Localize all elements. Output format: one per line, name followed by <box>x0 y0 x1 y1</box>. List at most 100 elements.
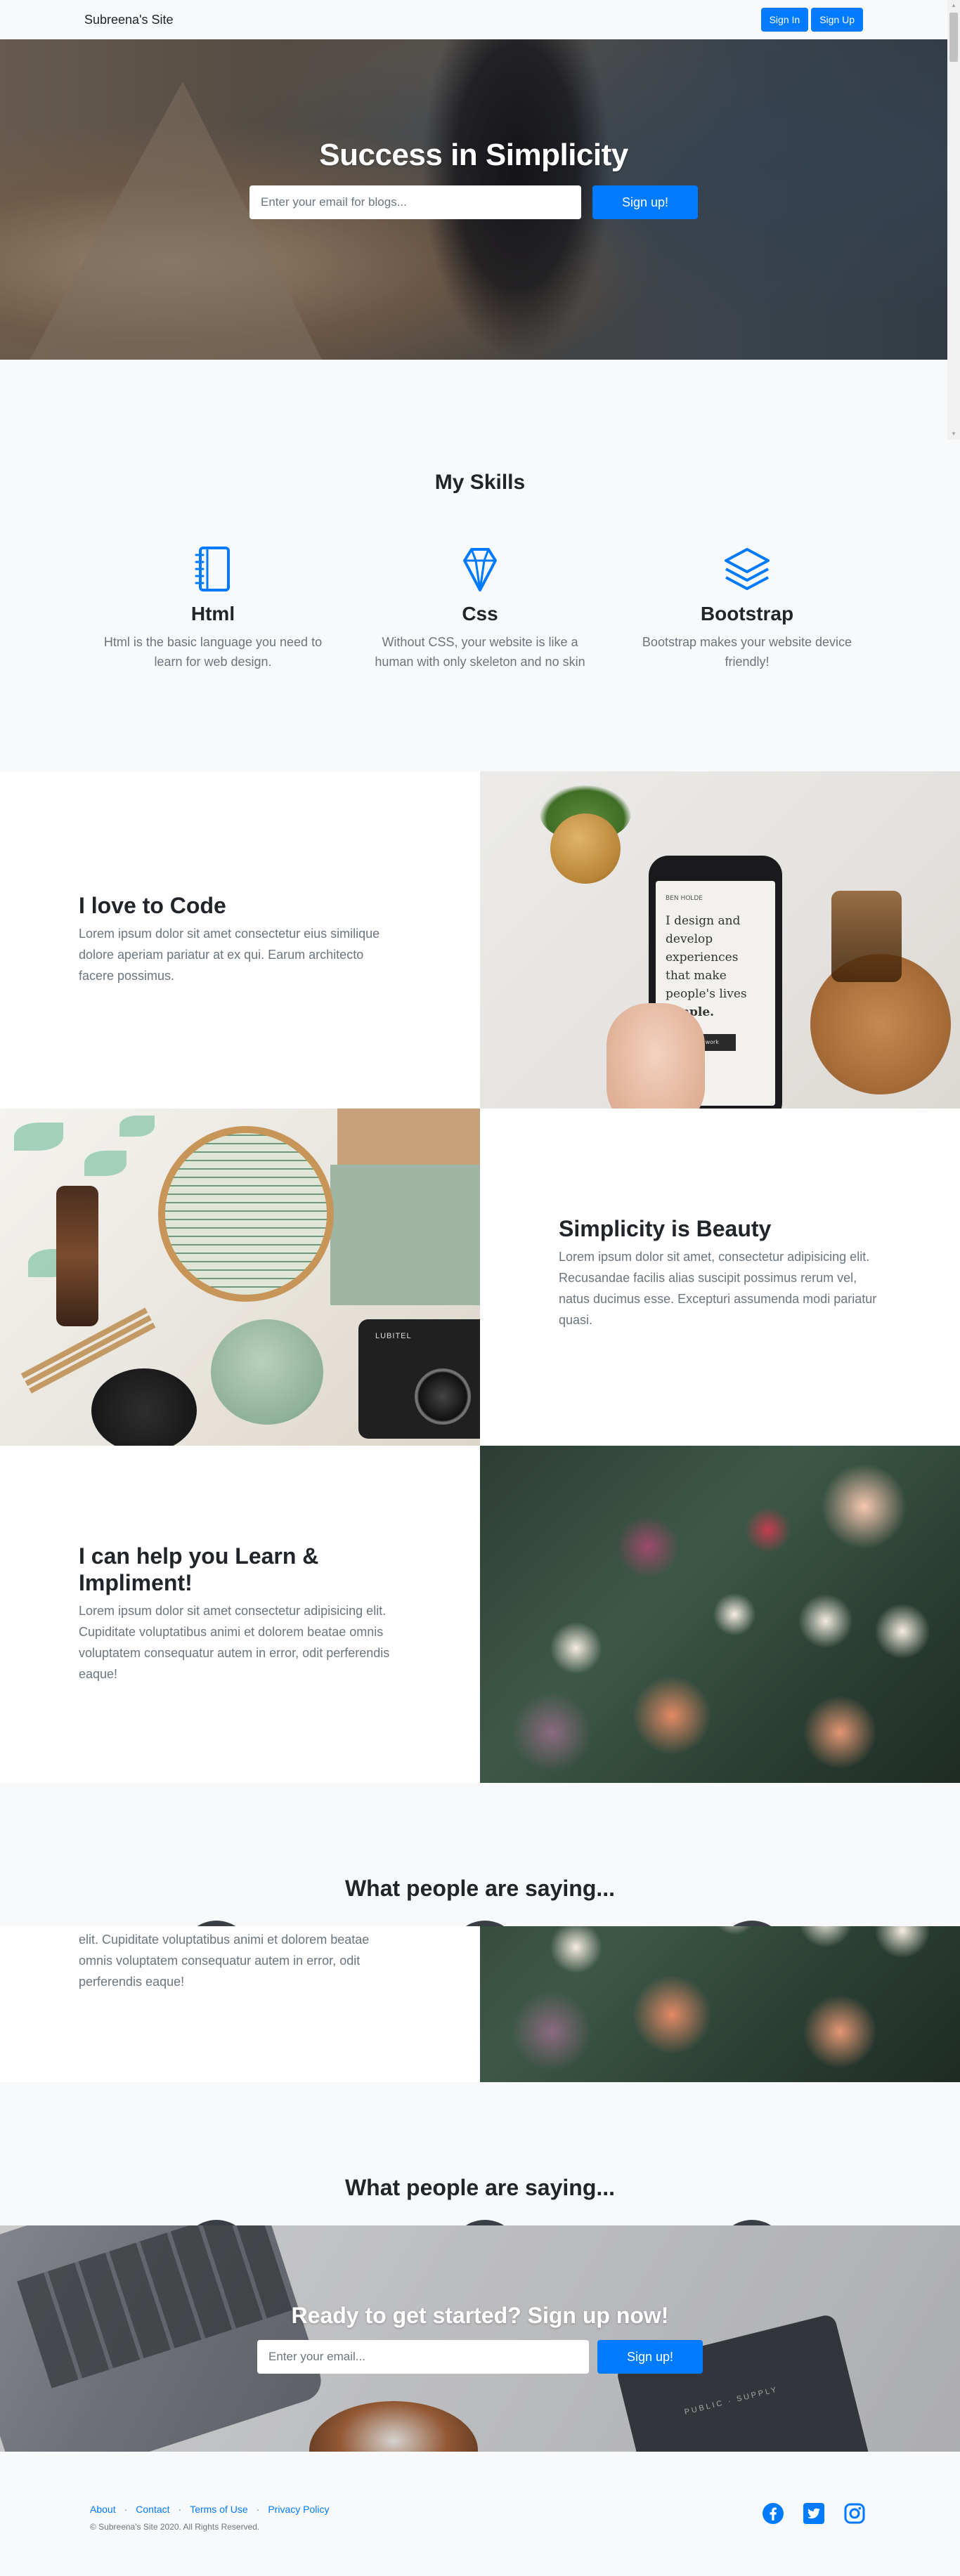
sign-up-button[interactable]: Sign Up <box>811 8 863 32</box>
watch-decoration <box>56 1186 98 1326</box>
skill-name: Bootstrap <box>700 603 794 625</box>
avatar <box>450 1921 520 1926</box>
showcase-text: I can help you Learn & Impliment! Lorem … <box>0 1446 480 1783</box>
navbar: Subreena's Site Sign In Sign Up <box>0 0 947 39</box>
notebook-icon <box>195 547 230 591</box>
phone-screen-line: I design and <box>666 914 741 928</box>
cta-content: Ready to get started? Sign up now! Sign … <box>0 2303 960 2374</box>
showcase-text: Simplicity is Beauty Lorem ipsum dolor s… <box>480 1109 960 1446</box>
footer-link-contact[interactable]: Contact <box>136 2504 169 2515</box>
skill-description: Bootstrap makes your website device frie… <box>642 635 852 669</box>
skill-description: Without CSS, your website is like a huma… <box>375 635 585 669</box>
showcase-image-phone: BEN HOLDE I design and develop experienc… <box>480 771 960 1109</box>
skill-name: Html <box>190 603 235 625</box>
skill-css: Css Without CSS, your website is like a … <box>361 544 599 672</box>
call-to-action-section: PUBLIC · SUPPLY Ready to get started? Si… <box>0 2225 960 2452</box>
testimonials-title: What people are saying... <box>344 2175 616 2200</box>
leaf-decoration <box>119 1116 155 1137</box>
leaf-decoration <box>14 1123 63 1151</box>
phone-screen-line: develop <box>666 932 713 946</box>
avatar <box>717 2220 787 2225</box>
hero-section: Success in Simplicity Sign up! <box>0 39 947 360</box>
showcase-row-learn: I can help you Learn & Impliment! Lorem … <box>0 1446 960 1783</box>
footer: About · Contact · Terms of Use · Privacy… <box>0 2452 960 2576</box>
testimonials-section-repeat: What people are saying... <box>0 2082 960 2225</box>
footer-link-terms[interactable]: Terms of Use <box>190 2504 247 2515</box>
copyright-text: © Subreena's Site 2020. All Rights Reser… <box>90 2522 260 2532</box>
hero-signup-button[interactable]: Sign up! <box>592 185 698 219</box>
showcase-body: Lorem ipsum dolor sit amet consectetur e… <box>79 927 380 983</box>
showcase-title: I love to Code <box>79 893 226 918</box>
showcase-text-inner: Simplicity is Beauty Lorem ipsum dolor s… <box>559 1215 882 1331</box>
page-scrollbar[interactable]: ▲ ▼ <box>947 0 960 440</box>
footer-link-privacy[interactable]: Privacy Policy <box>268 2504 329 2515</box>
repeated-showcase-text: elit. Cupiditate voluptatibus animi et d… <box>0 1926 480 2082</box>
cta-signup-form: Sign up! <box>0 2340 960 2374</box>
testimonials-title: What people are saying... <box>344 1876 616 1901</box>
showcase-title: Simplicity is Beauty <box>559 1216 772 1241</box>
skill-description: Html is the basic language you need to l… <box>103 635 323 669</box>
showcase-row-code: I love to Code Lorem ipsum dolor sit ame… <box>0 771 960 1109</box>
footer-link-about[interactable]: About <box>90 2504 116 2515</box>
showcase-text-inner: I can help you Learn & Impliment! Lorem … <box>79 1543 402 1685</box>
avatar <box>717 1921 787 1926</box>
hero-signup-form: Sign up! <box>0 185 947 219</box>
showcase-text-inner: I love to Code Lorem ipsum dolor sit ame… <box>79 892 402 986</box>
avatar <box>450 2220 520 2225</box>
hand-decoration <box>607 1003 705 1109</box>
cta-signup-button[interactable]: Sign up! <box>597 2340 703 2374</box>
camera-lens-decoration <box>415 1368 471 1425</box>
envelope-decoration <box>330 1165 480 1305</box>
phone-screen-line: people's lives <box>666 987 747 1001</box>
showcase-row-simplicity: LUBITEL Simplicity is Beauty Lorem ipsum… <box>0 1109 960 1446</box>
phone-screen-brand: BEN HOLDE <box>666 895 703 902</box>
avatar <box>181 2220 252 2225</box>
footer-separator: · <box>178 2504 182 2515</box>
scrollbar-thumb[interactable] <box>949 13 958 62</box>
site-brand[interactable]: Subreena's Site <box>84 13 174 27</box>
pot-decoration <box>550 813 621 884</box>
footer-separator: · <box>256 2504 260 2515</box>
scroll-down-arrow-icon[interactable]: ▼ <box>947 429 960 440</box>
scroll-up-arrow-icon[interactable]: ▲ <box>947 0 960 11</box>
skills-title: My Skills <box>434 471 526 494</box>
flowers-image <box>480 1926 960 2082</box>
cta-email-input[interactable] <box>257 2340 589 2374</box>
facebook-icon[interactable] <box>762 2502 784 2525</box>
camera-brand: LUBITEL <box>375 1332 412 1340</box>
cta-title: Ready to get started? Sign up now! <box>291 2303 669 2328</box>
twitter-icon[interactable] <box>803 2502 825 2525</box>
showcase-image-crafts: LUBITEL <box>0 1109 480 1446</box>
nav-buttons: Sign In Sign Up <box>760 8 863 32</box>
social-links <box>762 2502 866 2525</box>
skill-html: Html Html is the basic language you need… <box>93 544 332 672</box>
footer-links: About · Contact · Terms of Use · Privacy… <box>90 2504 329 2515</box>
diamond-icon <box>463 548 497 591</box>
sign-in-button[interactable]: Sign In <box>760 8 809 32</box>
instagram-icon[interactable] <box>843 2502 866 2525</box>
leaf-decoration <box>84 1151 127 1176</box>
embroidery-hoop-decoration <box>158 1126 334 1302</box>
black-yarn-decoration <box>91 1368 197 1446</box>
showcase-image-flowers <box>480 1446 960 1783</box>
showcase-body: Lorem ipsum dolor sit amet consectetur a… <box>79 1604 390 1681</box>
showcase-text: I love to Code Lorem ipsum dolor sit ame… <box>0 771 480 1109</box>
showcase-title: I can help you Learn & Impliment! <box>79 1543 319 1595</box>
skill-name: Css <box>462 603 498 625</box>
footer-separator: · <box>124 2504 128 2515</box>
green-yarn-decoration <box>211 1319 323 1425</box>
repeated-showcase-image <box>480 1926 960 2082</box>
skills-section: My Skills Html Html is the basic languag… <box>0 360 960 771</box>
testimonials-section: What people are saying... <box>0 1783 960 1926</box>
hero-content: Success in Simplicity Sign up! <box>0 138 947 219</box>
layers-icon <box>725 548 770 590</box>
showcase-body: elit. Cupiditate voluptatibus animi et d… <box>79 1933 370 1989</box>
skill-bootstrap: Bootstrap Bootstrap makes your website d… <box>628 544 867 672</box>
glass-decoration <box>831 891 902 982</box>
avatar <box>181 1921 252 1926</box>
hero-email-input[interactable] <box>249 185 581 219</box>
hero-title: Success in Simplicity <box>319 138 628 172</box>
phone-screen-line: experiences <box>666 950 739 965</box>
showcase-body: Lorem ipsum dolor sit amet, consectetur … <box>559 1250 877 1327</box>
phone-screen-line: that make <box>666 969 727 983</box>
